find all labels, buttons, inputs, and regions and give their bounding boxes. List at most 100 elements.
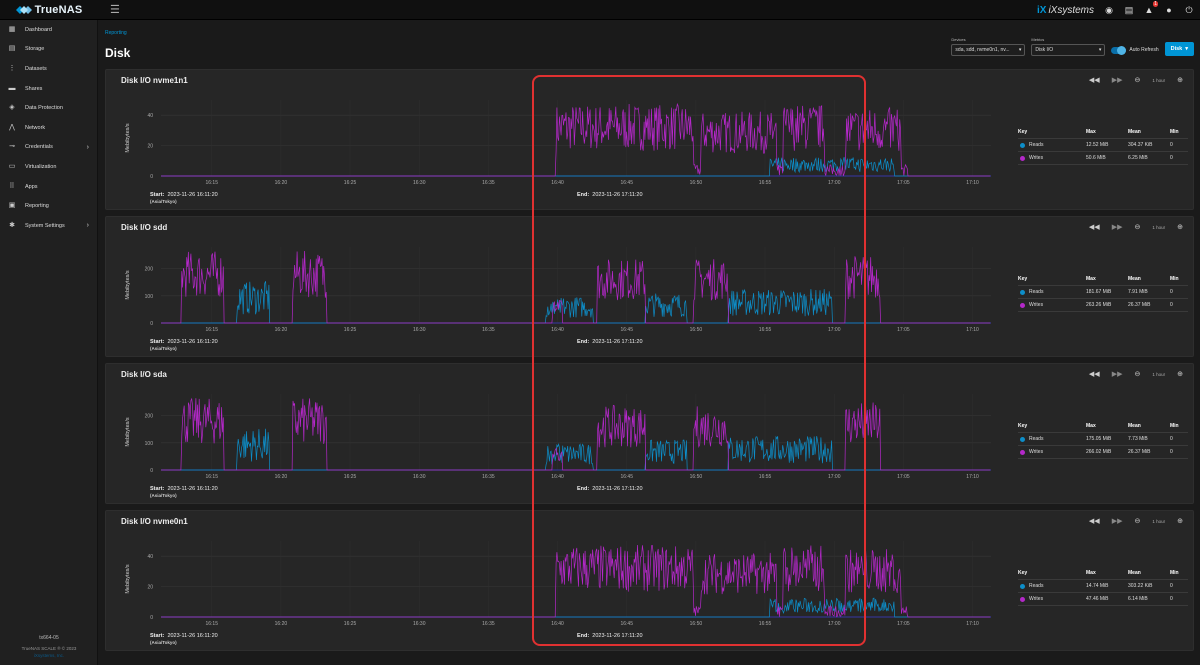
sidebar-item-reporting[interactable]: ▣ Reporting	[0, 196, 97, 216]
sidebar: ▦ Dashboard ▤ Storage ⋮ Datasets ▬ Shares ◈ Data …	[0, 20, 98, 665]
zoom-out-icon[interactable]: ⊖	[1134, 517, 1140, 525]
sidebar-item-system-settings[interactable]: ✱ System Settings ›	[0, 216, 97, 236]
legend-row[interactable]: Writes 47.46 MiB 6.14 MiB 0	[1018, 593, 1188, 606]
chart-legend: Key Max Mean Min Reads 14.74 MiB 303.22 …	[1018, 567, 1188, 606]
fast-forward-icon[interactable]: ▶▶	[1112, 223, 1123, 231]
ixsystems-logo[interactable]: iX iXsystems	[1037, 5, 1094, 16]
end-value: 2023-11-26 17:11:20	[592, 192, 643, 198]
chart-controls: ◀◀ ▶▶ ⊖ 1 hour ⊕	[1089, 223, 1183, 231]
disk-io-chart[interactable]: Mebibytes/s 0 100 200 16:15 16:20 16:25 16:30 16…	[121, 386, 1001, 502]
clipboard-icon[interactable]: ▤	[1124, 5, 1134, 15]
y-tick-label: 0	[150, 468, 153, 474]
rewind-icon[interactable]: ◀◀	[1089, 370, 1100, 378]
devices-select[interactable]: sda, sdd, nvme0n1, nv... ▾	[951, 44, 1026, 56]
legend-max: 47.46 MiB	[1086, 596, 1109, 602]
rewind-icon[interactable]: ◀◀	[1089, 76, 1100, 84]
x-tick-label: 16:25	[344, 621, 357, 627]
zoom-in-icon[interactable]: ⊕	[1177, 517, 1183, 525]
legend-row[interactable]: Reads 181.67 MiB 7.91 MiB 0	[1018, 286, 1188, 299]
copyright-link[interactable]: iXsystems, Inc.	[0, 652, 98, 659]
legend-row[interactable]: Reads 12.52 MiB 304.37 KiB 0	[1018, 139, 1188, 152]
y-axis-label: Mebibytes/s	[125, 270, 131, 300]
datasets-icon: ⋮	[8, 64, 16, 72]
sidebar-item-shares[interactable]: ▬ Shares	[0, 79, 97, 99]
series-reads-line	[161, 157, 991, 177]
legend-row[interactable]: Reads 14.74 MiB 303.22 KiB 0	[1018, 580, 1188, 593]
sidebar-item-virtualization[interactable]: ▭ Virtualization	[0, 157, 97, 177]
zoom-out-icon[interactable]: ⊖	[1134, 370, 1140, 378]
sidebar-item-storage[interactable]: ▤ Storage	[0, 40, 97, 60]
rewind-icon[interactable]: ◀◀	[1089, 517, 1100, 525]
legend-col-min: Min	[1170, 570, 1179, 576]
top-bar: TrueNAS ☰ iX iXsystems ◉ ▤ ▲ 1 ● ⏻	[0, 0, 1200, 20]
sidebar-item-data-protection[interactable]: ◈ Data Protection	[0, 98, 97, 118]
disk-io-chart[interactable]: Mebibytes/s 0 20 40 16:15 16:20 16:25 16:30 16:3…	[121, 533, 1001, 649]
y-tick-label: 100	[145, 441, 154, 447]
sidebar-item-dashboard[interactable]: ▦ Dashboard	[0, 20, 97, 40]
sidebar-item-apps[interactable]: ⠿ Apps	[0, 177, 97, 197]
zoom-out-icon[interactable]: ⊖	[1134, 76, 1140, 84]
breadcrumb[interactable]: Reporting	[105, 30, 127, 36]
legend-col-mean: Mean	[1128, 129, 1141, 135]
sidebar-item-credentials[interactable]: ⊸ Credentials ›	[0, 138, 97, 158]
main-content: Reporting Disk Devices sda, sdd, nvme0n1…	[98, 20, 1200, 665]
metrics-select[interactable]: Disk I/O ▾	[1031, 44, 1106, 56]
chart-controls: ◀◀ ▶▶ ⊖ 1 hour ⊕	[1089, 517, 1183, 525]
y-tick-label: 20	[147, 144, 153, 150]
chart-card: Disk I/O sdd ◀◀ ▶▶ ⊖ 1 hour ⊕ Mebibytes/…	[105, 216, 1194, 357]
truecommand-icon[interactable]: ◉	[1104, 5, 1114, 15]
legend-col-max: Max	[1086, 129, 1096, 135]
notification-badge: 1	[1153, 1, 1158, 7]
legend-col-key: Key	[1018, 570, 1028, 576]
gear-icon: ✱	[9, 221, 15, 229]
rewind-icon[interactable]: ◀◀	[1089, 223, 1100, 231]
key-icon: ⊸	[9, 143, 15, 151]
fast-forward-icon[interactable]: ▶▶	[1112, 517, 1123, 525]
x-tick-label: 16:20	[275, 474, 288, 480]
page-title: Disk	[105, 46, 131, 60]
x-tick-label: 16:50	[690, 180, 703, 186]
legend-row[interactable]: Writes 266.02 MiB 26.37 MiB 0	[1018, 446, 1188, 459]
devices-label: Devices	[951, 37, 966, 42]
zoom-in-icon[interactable]: ⊕	[1177, 76, 1183, 84]
legend-key: Reads	[1018, 289, 1086, 295]
legend-mean: 6.14 MiB	[1128, 596, 1148, 602]
storage-icon: ▤	[8, 45, 16, 53]
legend-row[interactable]: Writes 50.6 MiB 6.25 MiB 0	[1018, 152, 1188, 165]
x-tick-label: 16:30	[413, 621, 426, 627]
legend-row[interactable]: Writes 263.26 MiB 26.37 MiB 0	[1018, 299, 1188, 312]
chart-legend: Key Max Mean Min Reads 12.52 MiB 304.37 …	[1018, 126, 1188, 165]
fast-forward-icon[interactable]: ▶▶	[1112, 76, 1123, 84]
y-axis-label: Mebibytes/s	[125, 417, 131, 447]
menu-toggle-icon[interactable]: ☰	[110, 3, 120, 16]
legend-row[interactable]: Reads 175.05 MiB 7.73 MiB 0	[1018, 433, 1188, 446]
zoom-in-icon[interactable]: ⊕	[1177, 370, 1183, 378]
dashboard-icon: ▦	[8, 25, 16, 33]
legend-max: 263.26 MiB	[1086, 302, 1112, 308]
start-value: 2023-11-26 16:11:20	[167, 339, 218, 345]
end-time: End: 2023-11-26 17:11:20	[577, 633, 643, 639]
x-tick-label: 16:45	[620, 621, 633, 627]
legend-max: 266.02 MiB	[1086, 449, 1112, 455]
auto-refresh-toggle[interactable]	[1111, 45, 1127, 55]
account-icon[interactable]: ●	[1164, 5, 1174, 15]
disk-io-chart[interactable]: Mebibytes/s 0 20 40 16:15 16:20 16:25 16:30 16:3…	[121, 92, 1001, 208]
legend-key: Writes	[1018, 302, 1086, 308]
legend-header: Key Max Mean Min	[1018, 567, 1188, 580]
fast-forward-icon[interactable]: ▶▶	[1112, 370, 1123, 378]
metrics-value: Disk I/O	[1035, 47, 1054, 53]
end-label: End:	[577, 486, 590, 492]
range-label: 1 hour	[1152, 518, 1166, 524]
zoom-out-icon[interactable]: ⊖	[1134, 223, 1140, 231]
power-icon[interactable]: ⏻	[1184, 5, 1194, 15]
truenas-logo[interactable]: TrueNAS	[0, 0, 98, 20]
zoom-in-icon[interactable]: ⊕	[1177, 223, 1183, 231]
disk-menu-button[interactable]: Disk ▾	[1164, 42, 1194, 56]
x-tick-label: 16:50	[690, 327, 703, 333]
sidebar-item-datasets[interactable]: ⋮ Datasets	[0, 59, 97, 79]
bell-icon[interactable]: ▲ 1	[1144, 1, 1158, 15]
range-label: 1 hour	[1152, 371, 1166, 377]
sidebar-item-network[interactable]: ⋀ Network	[0, 118, 97, 138]
chart-title: Disk I/O nvme1n1	[121, 76, 188, 85]
disk-io-chart[interactable]: Mebibytes/s 0 100 200 16:15 16:20 16:25 16:30 16…	[121, 239, 1001, 355]
